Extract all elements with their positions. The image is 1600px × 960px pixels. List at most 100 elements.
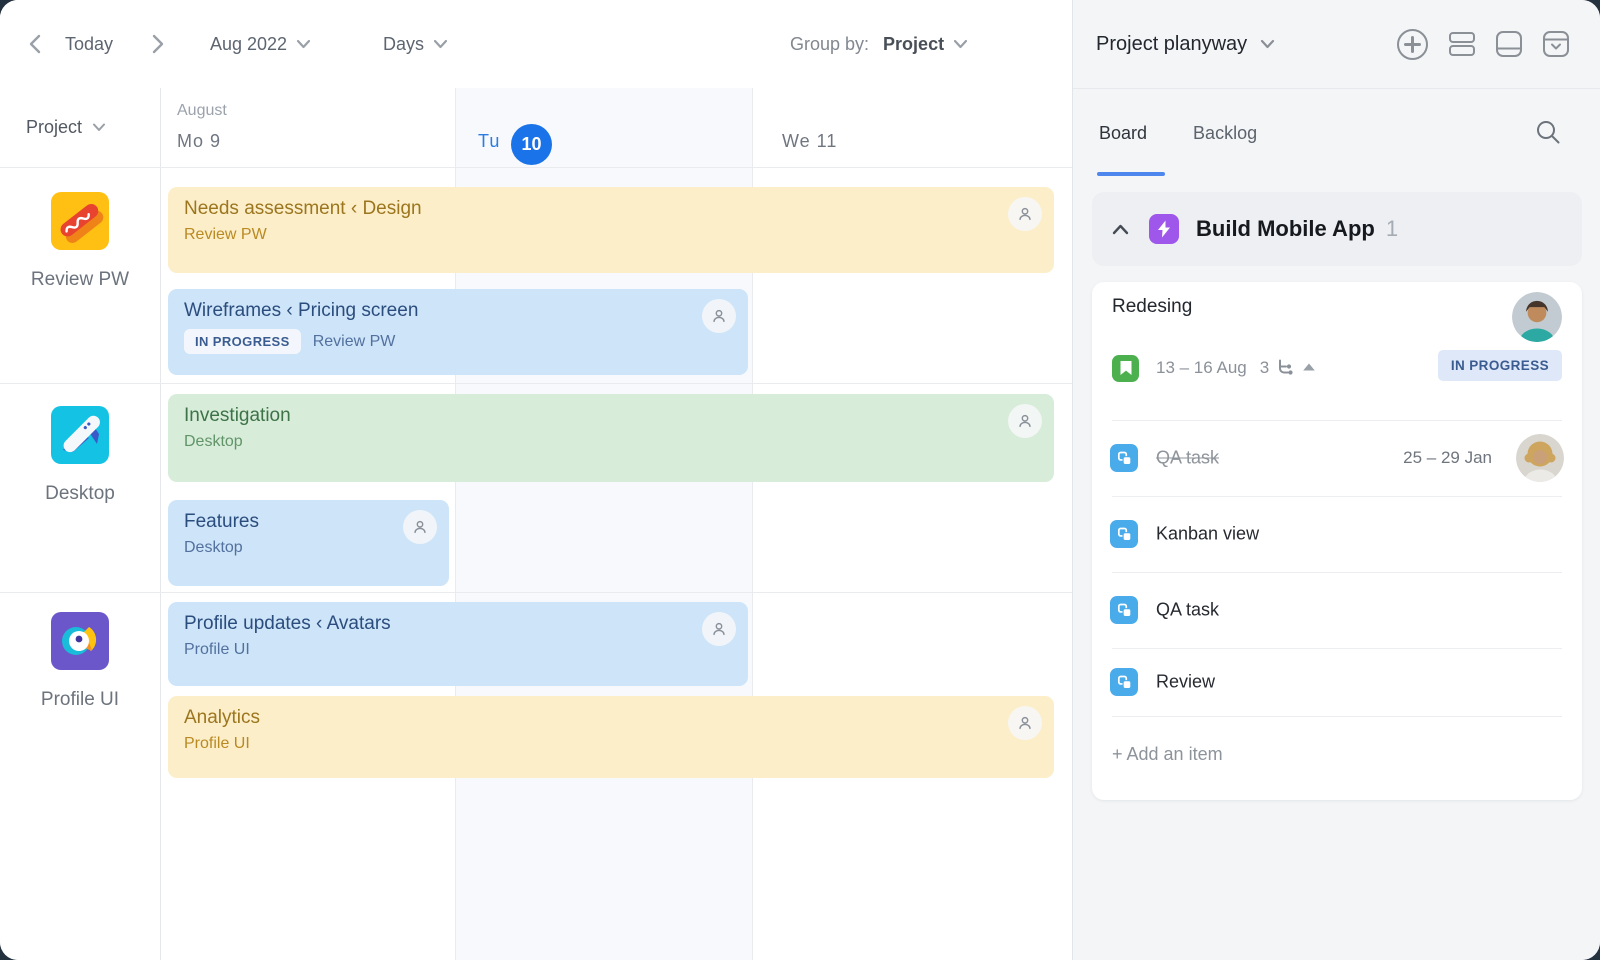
grid-line: [0, 592, 1072, 593]
event-subtitle: Profile UI: [184, 735, 1038, 753]
person-icon[interactable]: [702, 612, 736, 646]
grid-line: [0, 167, 1072, 168]
event-analytics[interactable]: Analytics Profile UI: [168, 696, 1054, 778]
app-window: Today Aug 2022 Days Group by: Project: [0, 0, 1600, 960]
checklist-item-label[interactable]: QA task: [1156, 600, 1219, 621]
collapse-panel-icon[interactable]: [1542, 30, 1570, 58]
sidebar-group-desktop[interactable]: Desktop: [0, 406, 160, 505]
chevron-down-icon: [433, 39, 448, 49]
checklist-item-dates: 25 – 29 Jan: [1403, 448, 1492, 468]
card-link-icon: [1110, 596, 1138, 624]
board-panel: Project planyway Board Backlog Build Mob…: [1072, 0, 1600, 960]
next-period-button[interactable]: [152, 0, 165, 88]
task-title[interactable]: Redesing: [1112, 296, 1192, 318]
list-group-header[interactable]: Build Mobile App 1: [1092, 192, 1582, 266]
tab-backlog[interactable]: Backlog: [1193, 123, 1257, 144]
group-label: Review PW: [0, 269, 160, 291]
event-title: Features: [184, 511, 433, 533]
today-date-badge[interactable]: 10: [511, 124, 552, 165]
card-link-icon: [1110, 444, 1138, 472]
checklist-item[interactable]: QA task: [1092, 572, 1582, 648]
triangle-up-icon[interactable]: [1302, 359, 1316, 377]
tab-board[interactable]: Board: [1099, 123, 1147, 144]
panel-bottom-icon[interactable]: [1495, 30, 1523, 58]
chevron-down-icon: [92, 123, 106, 132]
group-by-value: Project: [883, 34, 944, 55]
group-by-label: Group by:: [790, 34, 869, 55]
task-card[interactable]: Redesing 13 – 16 Aug 3 IN PROGRESS: [1092, 282, 1582, 800]
chevron-down-icon: [1260, 39, 1275, 49]
event-subtitle: Desktop: [184, 433, 1038, 451]
chevron-up-icon[interactable]: [1112, 224, 1129, 235]
event-subtitle: Review PW: [313, 333, 396, 351]
grid-line: [160, 88, 161, 960]
person-icon[interactable]: [1008, 404, 1042, 438]
event-title: Needs assessment ‹ Design: [184, 198, 1038, 220]
lightning-icon: [1149, 214, 1179, 244]
sidebar-group-review-pw[interactable]: Review PW: [0, 192, 160, 291]
board-selector[interactable]: Project planyway: [1096, 0, 1275, 88]
checklist-item-label[interactable]: Kanban view: [1156, 524, 1259, 545]
board-selector-value: Project planyway: [1096, 33, 1247, 56]
event-title: Analytics: [184, 707, 1038, 729]
chevron-down-icon: [296, 39, 311, 49]
event-wireframes[interactable]: Wireframes ‹ Pricing screen IN PROGRESS …: [168, 289, 748, 375]
checklist-item-label[interactable]: QA task: [1156, 448, 1219, 469]
divider: [1112, 716, 1562, 717]
event-title: Investigation: [184, 405, 1038, 427]
group-by-header[interactable]: Project: [26, 88, 106, 167]
event-profile-updates[interactable]: Profile updates ‹ Avatars Profile UI: [168, 602, 748, 686]
month-selector[interactable]: Aug 2022: [210, 0, 311, 88]
event-needs-assessment[interactable]: Needs assessment ‹ Design Review PW: [168, 187, 1054, 273]
month-label: August: [177, 102, 227, 120]
checklist-item-label[interactable]: Review: [1156, 672, 1215, 693]
event-subtitle: Desktop: [184, 539, 433, 557]
sidebar-group-profile-ui[interactable]: Profile UI: [0, 612, 160, 711]
card-link-icon: [1110, 668, 1138, 696]
event-features[interactable]: Features Desktop: [168, 500, 449, 586]
chevron-right-icon: [152, 34, 165, 54]
day-header-mo9[interactable]: Mo 9: [177, 131, 221, 152]
task-date-range[interactable]: 13 – 16 Aug: [1156, 358, 1247, 378]
today-label: Today: [65, 34, 113, 55]
group-label: Profile UI: [0, 689, 160, 711]
today-button[interactable]: Today: [65, 0, 113, 88]
assignee-avatar[interactable]: [1516, 434, 1564, 482]
group-by-control[interactable]: Group by: Project: [790, 0, 968, 88]
card-link-icon: [1110, 520, 1138, 548]
plus-circle-icon[interactable]: [1396, 28, 1429, 61]
checklist-item[interactable]: Review: [1092, 648, 1582, 716]
event-title: Wireframes ‹ Pricing screen: [184, 300, 732, 322]
active-tab-indicator: [1097, 172, 1165, 176]
assignee-avatar[interactable]: [1512, 292, 1562, 342]
person-icon[interactable]: [1008, 197, 1042, 231]
person-icon[interactable]: [702, 299, 736, 333]
subtasks-icon: [1275, 358, 1295, 378]
prev-period-button[interactable]: [28, 0, 41, 88]
timeline-calendar: Today Aug 2022 Days Group by: Project: [0, 0, 1072, 960]
subtask-count: 3: [1260, 358, 1269, 378]
event-title: Profile updates ‹ Avatars: [184, 613, 732, 635]
month-selector-value: Aug 2022: [210, 34, 287, 55]
search-icon[interactable]: [1534, 118, 1562, 151]
checklist-item[interactable]: Kanban view: [1092, 496, 1582, 572]
day-header-tu[interactable]: Tu: [478, 131, 500, 152]
zoom-scale-selector[interactable]: Days: [383, 0, 448, 88]
checklist-item[interactable]: QA task 25 – 29 Jan: [1092, 420, 1582, 496]
person-icon[interactable]: [1008, 706, 1042, 740]
day-header-we11[interactable]: We 11: [782, 131, 837, 152]
rows-icon[interactable]: [1448, 30, 1476, 58]
add-item-button[interactable]: + Add an item: [1112, 744, 1223, 765]
event-subtitle: Profile UI: [184, 641, 732, 659]
calendar-toolbar: Today Aug 2022 Days Group by: Project: [0, 0, 1072, 88]
chevron-down-icon: [953, 39, 968, 49]
hotdog-icon: [0, 192, 160, 255]
grid-line: [0, 383, 1072, 384]
person-icon[interactable]: [403, 510, 437, 544]
group-header-label: Project: [26, 117, 82, 138]
status-badge[interactable]: IN PROGRESS: [1438, 350, 1562, 381]
airplane-icon: [0, 406, 160, 469]
list-group-title: Build Mobile App: [1196, 216, 1375, 242]
event-investigation[interactable]: Investigation Desktop: [168, 394, 1054, 482]
scale-selector-value: Days: [383, 34, 424, 55]
